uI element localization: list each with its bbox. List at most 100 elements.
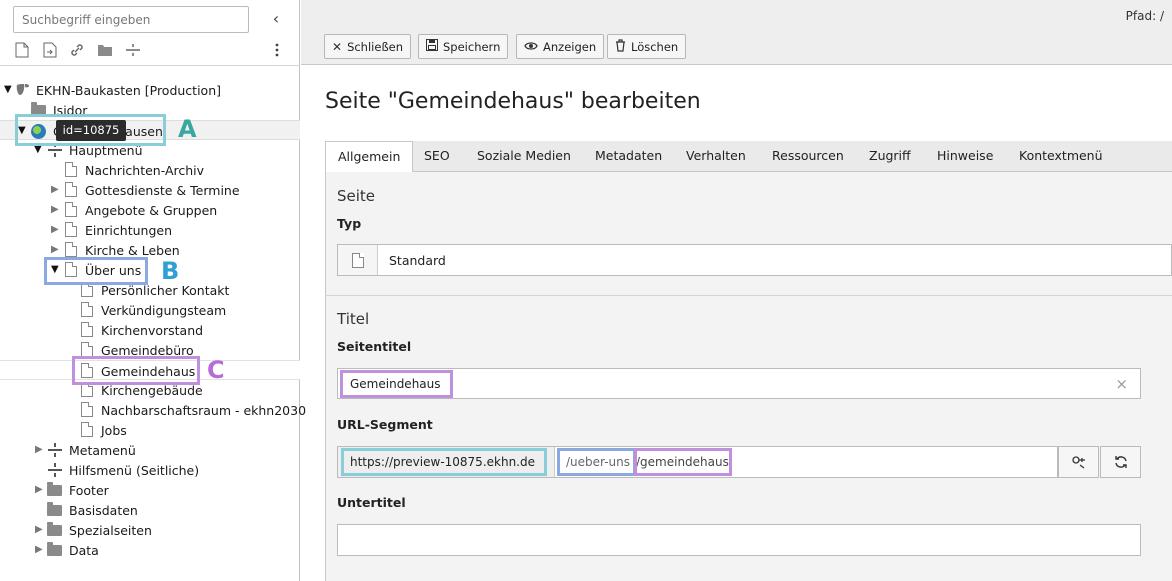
tree-item-label: Nachbarschaftsraum - ekhn2030 [101,403,307,418]
tree-item[interactable]: ▶ Einrichtungen [0,220,300,240]
tree-item-root[interactable]: ▼ EKHN-Baukasten [Production] [0,80,300,100]
path-indicator: Pfad: / [1125,9,1164,23]
save-button[interactable]: Speichern [418,34,509,59]
slug-recreate-button[interactable] [1100,446,1141,478]
page-icon [63,182,79,198]
page-icon [63,202,79,218]
tree-item-label: EKHN-Baukasten [Production] [36,83,222,98]
refresh-icon [1114,456,1127,468]
delete-button-label: Löschen [631,39,679,54]
clear-icon[interactable]: × [1115,375,1128,393]
tree-item[interactable]: ▶ Metamenü [0,440,300,460]
eye-icon [524,40,538,54]
view-button-label: Anzeigen [543,39,597,54]
link-icon[interactable] [68,41,86,59]
page-icon [79,322,95,338]
toggle-collapsed-icon[interactable]: ▶ [51,204,61,216]
tree-item[interactable]: Verkündigungsteam [0,300,300,320]
tree-item[interactable]: Hilfsmenü (Seitliche) [0,460,300,480]
tree-item-label: Footer [69,483,109,498]
divider [0,65,300,66]
toggle-collapsed-icon[interactable]: ▶ [35,484,45,496]
folder-icon [47,482,63,498]
separator-icon[interactable] [124,41,142,59]
tree-item-label: Basisdaten [69,503,138,518]
page-icon [79,422,95,438]
close-button-label: Schließen [347,39,404,54]
tree-item-label: Verkündigungsteam [101,303,227,318]
annotation-box-c-title [340,370,453,398]
tab-resources[interactable]: Ressourcen [760,141,856,172]
close-button[interactable]: ✕ Schließen [324,34,412,59]
new-page-after-icon[interactable] [41,41,59,59]
toggle-collapsed-icon[interactable]: ▶ [35,524,45,536]
more-icon[interactable] [268,41,286,59]
tree-item[interactable]: Kirchenvorstand [0,320,300,340]
tree-item-label: Persönlicher Kontakt [101,283,230,298]
tab-metadata[interactable]: Metadaten [583,141,674,172]
section-divider [325,295,1172,296]
annotation-box-a-slug [341,448,547,476]
subtitle-label: Untertitel [337,495,406,510]
tree-item[interactable]: Nachrichten-Archiv [0,160,300,180]
slug-label: URL-Segment [337,417,433,432]
annotation-box-a [15,114,166,146]
page-icon [79,402,95,418]
tree-item[interactable]: ▶ Footer [0,480,300,500]
toggle-expanded-icon[interactable]: ▼ [4,84,14,96]
tree-item-label: Kirchengebäude [101,383,203,398]
annotation-box-b [44,257,148,285]
chevron-left-icon[interactable]: ‹ [266,9,286,29]
tree-item[interactable]: ▶ Spezialseiten [0,520,300,540]
toggle-collapsed-icon[interactable]: ▶ [35,544,45,556]
annotation-box-b-slug [557,448,636,476]
tree-item[interactable]: ▶ Data [0,540,300,560]
tree-item[interactable]: Nachbarschaftsraum - ekhn2030 [0,400,306,420]
annotation-box-c [72,356,200,385]
subtitle-input[interactable] [337,524,1141,556]
annotation-label-a: A [178,115,197,143]
tree-item[interactable]: Jobs [0,420,300,440]
delete-button[interactable]: Löschen [607,34,687,59]
tab-access[interactable]: Zugriff [857,141,923,172]
tab-general[interactable]: Allgemein [325,141,414,173]
tree-item-label: Kirchenvorstand [101,323,204,338]
toggle-collapsed-icon[interactable]: ▶ [35,444,45,456]
view-button[interactable]: Anzeigen [516,34,605,59]
tab-behaviour[interactable]: Verhalten [674,141,758,172]
typo3-logo-icon [15,82,31,98]
tab-context-menu[interactable]: Kontextmenü [1007,141,1115,172]
save-icon [426,39,438,54]
page-icon [338,245,378,275]
folder-icon[interactable] [96,41,114,59]
separator-icon [47,442,63,458]
tree-item[interactable]: Basisdaten [0,500,300,520]
pagetitle-input[interactable]: Gemeindehaus × [337,368,1141,399]
section-header-page: Seite [337,187,376,205]
pagetitle-label: Seitentitel [337,339,412,354]
toggle-collapsed-icon[interactable]: ▶ [51,224,61,236]
slug-lock-button[interactable] [1058,446,1099,478]
page-icon [63,162,79,178]
tree-item-label: Einrichtungen [85,223,172,238]
type-select[interactable]: Standard [337,244,1172,276]
tree-item-label: Metamenü [69,443,136,458]
toggle-collapsed-icon[interactable]: ▶ [51,184,61,196]
new-page-icon[interactable] [13,41,31,59]
page-title: Seite "Gemeindehaus" bearbeiten [325,89,701,114]
tree-item[interactable]: ▶ Gottesdienste & Termine [0,180,300,200]
annotation-box-c-slug [634,448,732,476]
annotation-label-b: B [161,257,180,285]
page-icon [79,302,95,318]
tab-social-media[interactable]: Soziale Medien [465,141,583,172]
tree-item[interactable]: ▶ Angebote & Gruppen [0,200,300,220]
tab-bar: Allgemein SEO Soziale Medien Metadaten V… [325,141,1172,173]
tab-seo[interactable]: SEO [412,141,462,172]
type-label: Typ [337,216,362,231]
tab-notes[interactable]: Hinweise [925,141,1005,172]
search-input[interactable] [13,6,249,33]
folder-icon [47,542,63,558]
toggle-collapsed-icon[interactable]: ▶ [51,244,61,256]
close-icon: ✕ [332,39,343,54]
separator-icon [47,462,63,478]
